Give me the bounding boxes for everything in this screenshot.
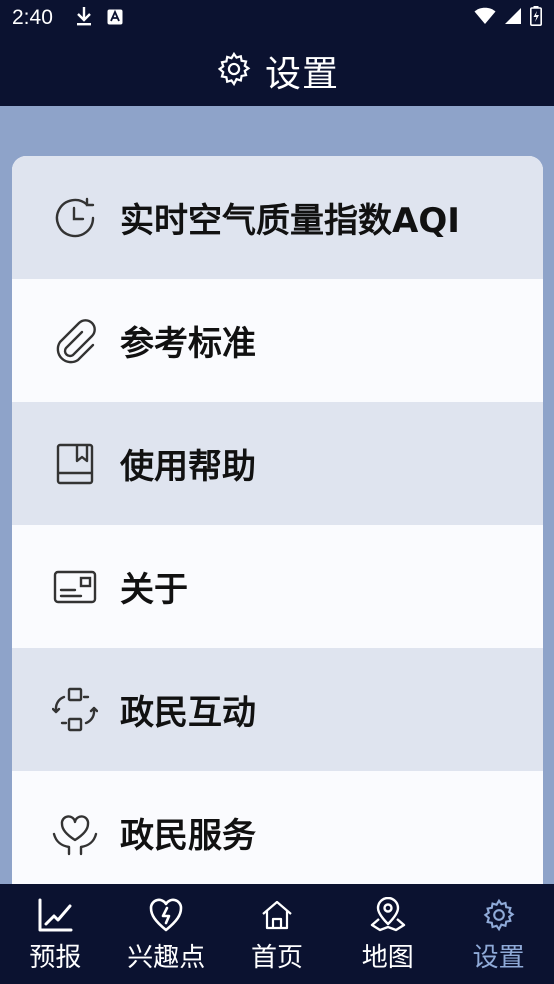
id-card-icon [52,564,98,610]
settings-menu: 实时空气质量指数AQI 参考标准 使用帮助 关于 政民互动 政民服务 [12,156,543,886]
tab-settings[interactable]: 设置 [443,884,554,984]
battery-icon [530,5,542,31]
tab-label: 设置 [472,942,525,973]
gear-icon [215,50,253,92]
menu-item-label: 实时空气质量指数AQI [120,201,460,241]
paperclip-icon [52,318,98,364]
wifi-icon [474,6,496,30]
interaction-icon [52,687,98,733]
bottom-tab-bar: 预报 兴趣点 首页 地图 设置 [0,884,554,984]
menu-item-label: 政民互动 [120,693,256,733]
tab-map[interactable]: 地图 [332,884,443,984]
tab-label: 兴趣点 [127,942,206,973]
menu-item-reference-standard[interactable]: 参考标准 [12,279,543,402]
heart-hands-icon [52,810,98,856]
app-header: 设置 [0,36,554,106]
signal-icon [504,6,522,30]
gear-icon [481,895,517,935]
tab-label: 预报 [29,942,82,973]
menu-item-about[interactable]: 关于 [12,525,543,648]
menu-item-help[interactable]: 使用帮助 [12,402,543,525]
page-title: 设置 [264,54,339,95]
menu-item-aqi[interactable]: 实时空气质量指数AQI [12,156,543,279]
status-time: 2:40 [12,6,53,29]
menu-item-service[interactable]: 政民服务 [12,771,543,886]
tab-label: 地图 [361,942,414,973]
heart-location-icon [148,895,184,935]
menu-item-interaction[interactable]: 政民互动 [12,648,543,771]
clock-icon [52,195,98,241]
menu-item-label: 关于 [120,570,188,610]
home-icon [260,895,294,935]
tab-points-of-interest[interactable]: 兴趣点 [111,884,222,984]
bookmark-book-icon [52,441,98,487]
map-pin-icon [370,895,406,935]
status-bar: 2:40 [0,0,554,36]
tab-label: 首页 [250,942,303,973]
menu-item-label: 参考标准 [120,324,256,364]
tab-home[interactable]: 首页 [222,884,333,984]
chart-icon [36,895,74,935]
tab-forecast[interactable]: 预报 [0,884,111,984]
download-icon [75,6,93,31]
font-app-icon [107,6,123,30]
menu-item-label: 政民服务 [120,816,256,856]
menu-item-label: 使用帮助 [120,447,256,487]
